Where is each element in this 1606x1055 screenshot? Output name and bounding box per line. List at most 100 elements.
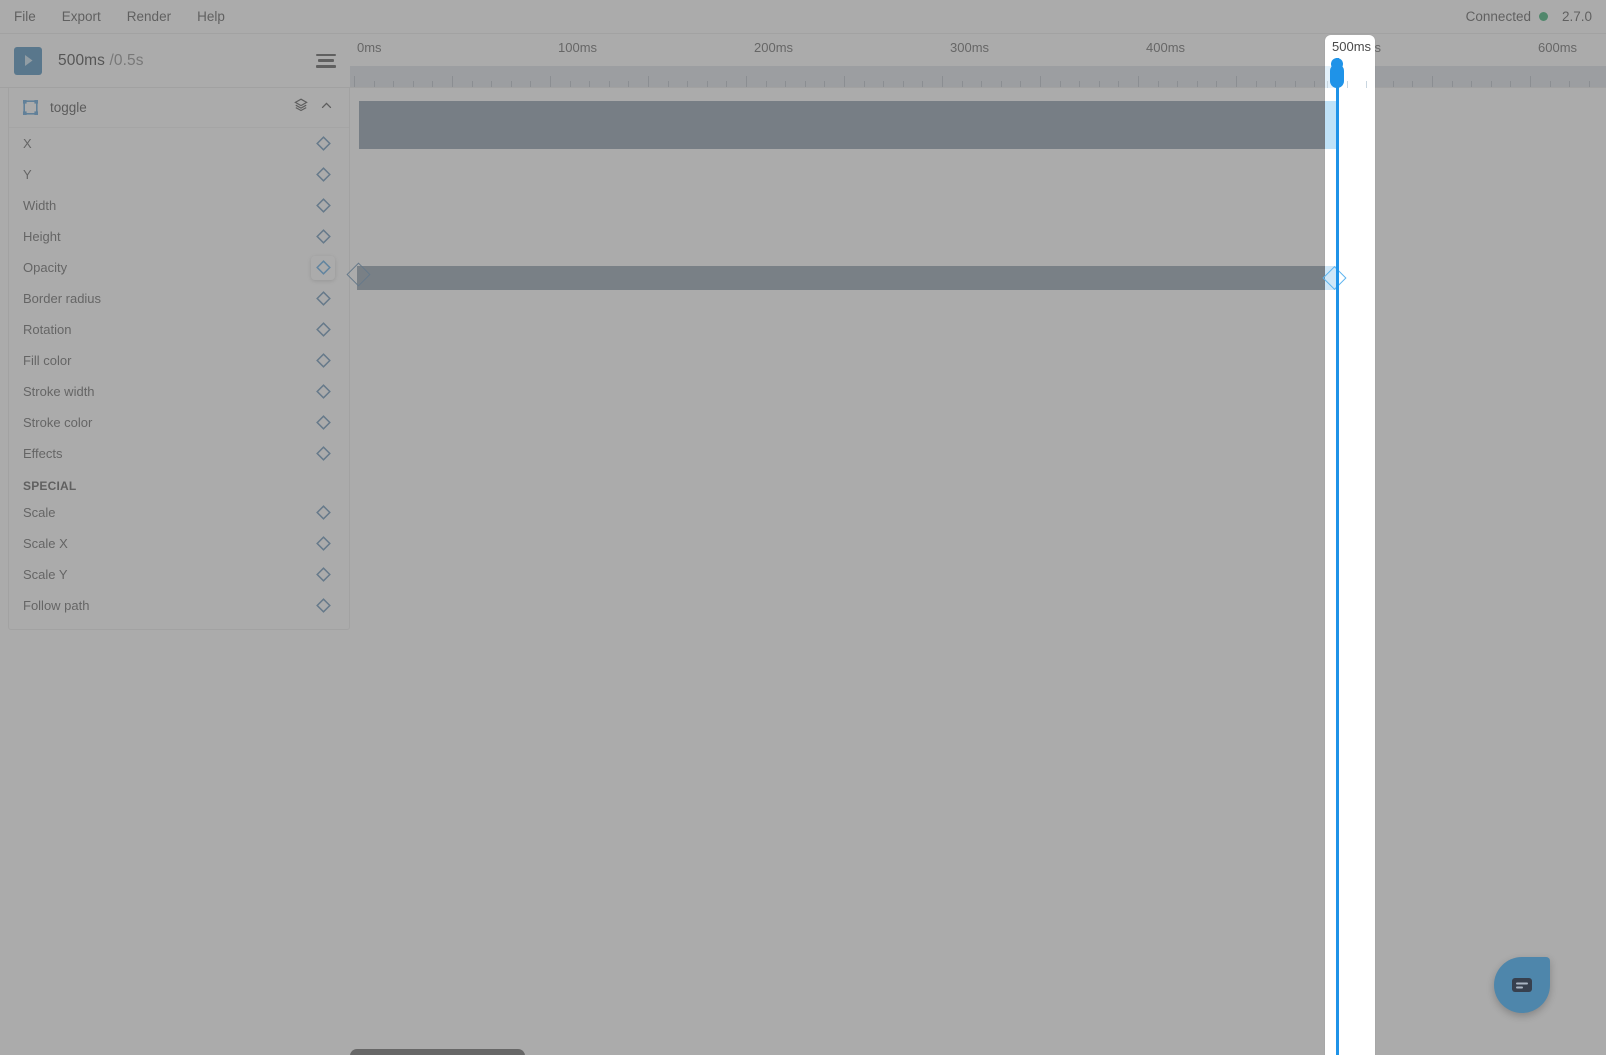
layer-header-actions: [294, 98, 333, 117]
ruler-tick: [706, 81, 708, 87]
property-row[interactable]: Border radius: [9, 283, 349, 314]
property-label: Effects: [23, 446, 63, 461]
ruler-tick: [452, 76, 453, 87]
keyframe-toggle-button[interactable]: [311, 532, 335, 556]
hamburger-line: [316, 53, 336, 56]
ruler-tick: [1177, 81, 1179, 87]
keyframe-toggle-button[interactable]: [311, 442, 335, 466]
layer-header[interactable]: toggle: [9, 88, 349, 128]
keyframe-diamond-icon: [315, 598, 331, 613]
playhead-spotlight-panel: [1325, 35, 1375, 1055]
play-button[interactable]: [14, 46, 42, 75]
property-label: Fill color: [23, 353, 72, 368]
keyframe-toggle-button[interactable]: [311, 255, 335, 280]
menu-bar: File Export Render Help Connected 2.7.0: [0, 0, 1606, 34]
property-row[interactable]: X: [9, 128, 349, 159]
timeline-ruler[interactable]: 0ms 100ms 200ms 300ms 400ms 500ms 600ms: [350, 34, 1606, 88]
menu-item-export[interactable]: Export: [62, 10, 101, 24]
property-row[interactable]: Stroke color: [9, 407, 349, 438]
hamburger-line: [316, 65, 336, 68]
property-row[interactable]: Opacity: [9, 252, 349, 283]
menu-item-help[interactable]: Help: [197, 10, 225, 24]
property-row[interactable]: Rotation: [9, 314, 349, 345]
property-row[interactable]: Y: [9, 159, 349, 190]
ruler-tick: [1098, 81, 1100, 87]
ruler-tick: [883, 81, 885, 87]
time-readout: 500ms /0.5s: [58, 52, 144, 70]
property-row[interactable]: Fill color: [9, 345, 349, 376]
ruler-label: 0ms: [357, 40, 382, 55]
ruler-tick: [1432, 76, 1433, 87]
connection-dot-icon: [1538, 12, 1548, 21]
keyframe-toggle-button[interactable]: [311, 225, 335, 249]
property-label: Height: [23, 229, 61, 244]
property-label: Scale Y: [23, 567, 68, 582]
property-row[interactable]: Scale X: [9, 528, 349, 559]
property-row[interactable]: Follow path: [9, 590, 349, 621]
ruler-tick: [628, 81, 630, 87]
property-row[interactable]: Height: [9, 221, 349, 252]
keyframe-toggle-button[interactable]: [311, 287, 335, 311]
property-label: Y: [23, 167, 32, 182]
ruler-tick: [1549, 81, 1551, 87]
ruler-tick: [471, 81, 473, 87]
ruler-tick: [354, 76, 355, 87]
keyframe-toggle-button[interactable]: [311, 501, 335, 525]
keyframe-toggle-button[interactable]: [311, 411, 335, 435]
ruler-tick: [432, 81, 434, 87]
playhead-line[interactable]: [1336, 58, 1339, 1055]
ruler-tick: [1530, 76, 1531, 87]
keyframe-toggle-button[interactable]: [311, 194, 335, 218]
property-row[interactable]: Scale Y: [9, 559, 349, 590]
properties-panel: toggle X Y Width Height Opacity Border r…: [8, 88, 350, 630]
ruler-tick: [1366, 81, 1368, 88]
ruler-tick: [863, 81, 865, 87]
keyframe-toggle-button[interactable]: [311, 163, 335, 187]
playhead-knob[interactable]: [1330, 64, 1344, 88]
ruler-tick: [1079, 81, 1081, 87]
property-rows: X Y Width Height Opacity Border radius Rotatio…: [9, 128, 349, 469]
ruler-tick: [373, 81, 375, 87]
keyframe-diamond-icon: [315, 229, 331, 244]
ruler-tick: [1294, 81, 1296, 87]
ruler-track[interactable]: [350, 66, 1606, 87]
ruler-tick: [1255, 81, 1257, 87]
ruler-tick: [1138, 76, 1139, 87]
keyframe-toggle-button[interactable]: [311, 563, 335, 587]
ruler-label: 200ms: [754, 40, 794, 55]
stacked-layers-icon[interactable]: [294, 98, 308, 117]
ruler-tick: [1327, 81, 1328, 88]
keyframe-diamond-icon: [315, 415, 331, 430]
ruler-tick: [1236, 76, 1237, 87]
frame-icon: [23, 100, 38, 115]
spotlight-layer-bar-slice: [1325, 101, 1336, 149]
timeline-options-icon[interactable]: [316, 53, 336, 68]
hamburger-line: [318, 59, 334, 62]
property-row[interactable]: Effects: [9, 438, 349, 469]
keyframe-toggle-button[interactable]: [311, 349, 335, 373]
layer-track-bar[interactable]: [359, 101, 1335, 149]
keyframe-toggle-button[interactable]: [311, 594, 335, 618]
property-row[interactable]: Width: [9, 190, 349, 221]
ruler-tick: [824, 81, 826, 87]
keyframe-toggle-button[interactable]: [311, 318, 335, 342]
opacity-track-bar[interactable]: [357, 266, 1335, 290]
chat-button[interactable]: [1494, 957, 1550, 1013]
keyframe-toggle-button[interactable]: [311, 132, 335, 156]
ruler-tick: [1569, 81, 1571, 87]
ruler-tick: [1059, 81, 1061, 87]
chevron-up-icon[interactable]: [320, 99, 333, 117]
property-row[interactable]: Scale: [9, 497, 349, 528]
property-row[interactable]: Stroke width: [9, 376, 349, 407]
ruler-tick: [667, 81, 669, 87]
bottom-toolbar-pill[interactable]: [350, 1049, 525, 1055]
ruler-tick: [412, 81, 414, 87]
keyframe-toggle-button[interactable]: [311, 380, 335, 404]
keyframe-diamond-icon: [315, 167, 331, 182]
transport-bar: 500ms /0.5s: [0, 34, 350, 88]
keyframe-diamond-icon: [315, 536, 331, 551]
menu-item-render[interactable]: Render: [127, 10, 171, 24]
menu-item-file[interactable]: File: [14, 10, 36, 24]
keyframe-diamond-icon: [315, 322, 331, 337]
chat-message-icon: [1512, 978, 1532, 992]
